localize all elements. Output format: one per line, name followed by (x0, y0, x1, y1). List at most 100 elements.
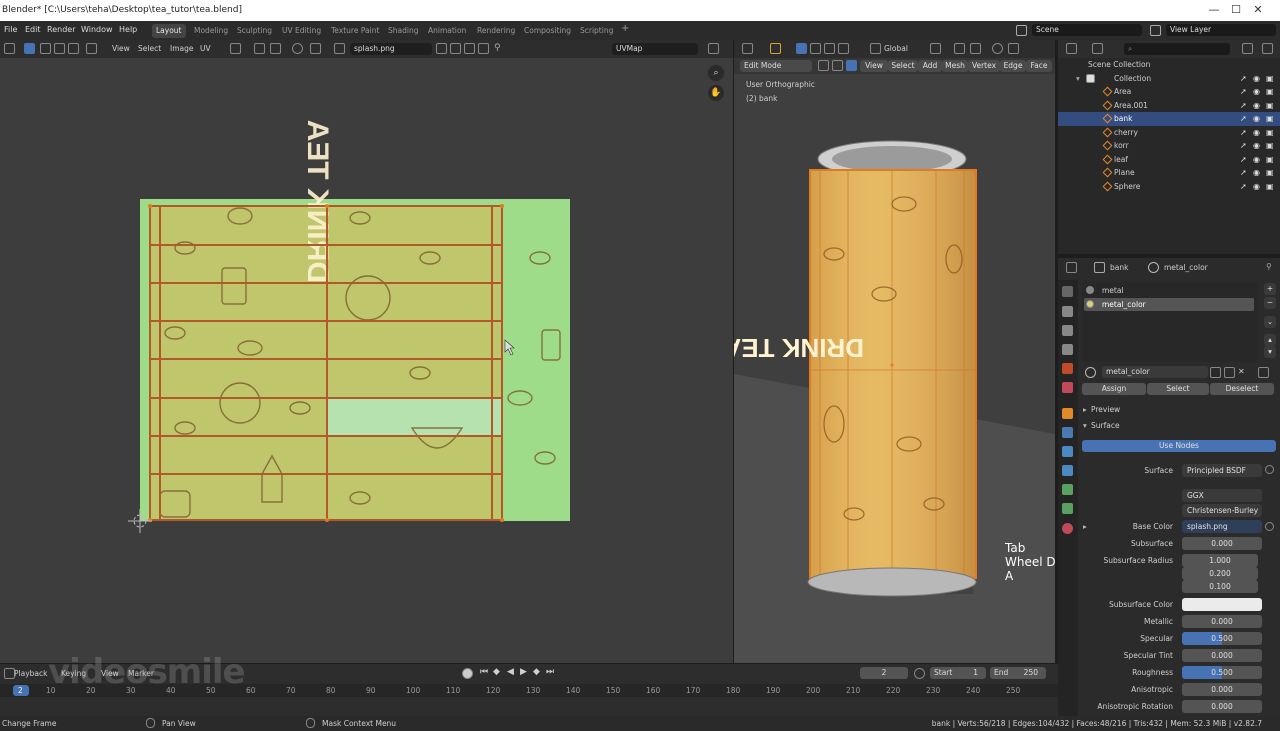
vp-menu-face[interactable]: Face (1026, 60, 1052, 72)
viewport-proportional-icon[interactable] (992, 43, 1003, 54)
edge-mode-icon[interactable] (832, 60, 843, 71)
select-arrow-icon[interactable]: ➚ (1240, 168, 1247, 177)
uv-menu-image[interactable]: Image (170, 44, 194, 53)
material-browse-icon[interactable] (1085, 367, 1096, 378)
specular-slider[interactable]: 0.500 (1182, 632, 1262, 645)
camera-icon[interactable]: ▣ (1266, 155, 1274, 164)
material-slot-metal-color[interactable]: metal_color (1084, 298, 1254, 311)
move-up-button[interactable]: ▴ (1264, 334, 1276, 346)
image-browse-icon[interactable] (334, 43, 345, 54)
camera-icon[interactable]: ▣ (1266, 182, 1274, 191)
vertex-select-icon[interactable] (40, 43, 51, 54)
play-reverse-icon[interactable]: ◀ (507, 667, 514, 677)
eye-icon[interactable]: ◉ (1253, 87, 1260, 96)
outliner-item-plane[interactable]: Plane ➚ ◉ ▣ (1058, 166, 1280, 180)
anisotropic-rotation-field[interactable]: 0.000 (1182, 700, 1262, 713)
close-button[interactable]: ✕ (1236, 0, 1280, 21)
viewport-falloff-icon[interactable] (1008, 43, 1019, 54)
modifier-tab-icon[interactable] (1062, 427, 1073, 438)
camera-icon[interactable]: ▣ (1266, 74, 1274, 83)
use-nodes-button[interactable]: Use Nodes (1082, 440, 1276, 452)
transform-orientation[interactable]: Global (884, 44, 908, 53)
uv-editor-canvas[interactable]: DRINK TEA ⌕ ✋ (0, 58, 733, 663)
select-arrow-icon[interactable]: ➚ (1240, 141, 1247, 150)
tab-layout[interactable]: Layout (152, 24, 186, 38)
output-tab-icon[interactable] (1062, 325, 1073, 336)
uv-menu-select[interactable]: Select (138, 44, 161, 53)
add-slot-button[interactable]: + (1264, 283, 1276, 295)
subsurface-color-swatch[interactable] (1182, 598, 1262, 611)
subsurface-radius-y[interactable]: 0.200 (1182, 567, 1258, 580)
filter-icon[interactable] (1242, 43, 1253, 54)
eye-icon[interactable]: ◉ (1253, 155, 1260, 164)
scene-tab-icon[interactable] (1062, 363, 1073, 374)
eye-icon[interactable]: ◉ (1253, 168, 1260, 177)
viewport-editor-type-icon[interactable] (742, 43, 753, 54)
select-arrow-icon[interactable]: ➚ (1240, 155, 1247, 164)
base-color-field[interactable]: splash.png (1182, 520, 1262, 533)
tab-compositing[interactable]: Compositing (520, 24, 575, 38)
surface-panel-header[interactable]: Surface (1091, 421, 1120, 430)
material-tab-icon[interactable] (1062, 523, 1073, 534)
copy-material-icon[interactable] (1224, 367, 1235, 378)
distribution-dropdown[interactable]: GGX (1182, 489, 1262, 502)
object-tab-icon[interactable] (1062, 408, 1073, 419)
pin-properties-icon[interactable]: ⚲ (1266, 262, 1277, 273)
eye-icon[interactable]: ◉ (1253, 141, 1260, 150)
tab-sculpting[interactable]: Sculpting (233, 24, 276, 38)
outliner-item-sphere[interactable]: Sphere ➚ ◉ ▣ (1058, 180, 1280, 194)
start-frame-field[interactable]: Start 1 (930, 667, 986, 679)
tab-shading[interactable]: Shading (384, 24, 422, 38)
select-button[interactable]: Select (1147, 383, 1209, 395)
outliner-item-korr[interactable]: korr ➚ ◉ ▣ (1058, 139, 1280, 153)
tab-scripting[interactable]: Scripting (576, 24, 617, 38)
physics-tab-icon[interactable] (1062, 465, 1073, 476)
tab-rendering[interactable]: Rendering (473, 24, 519, 38)
unlink-material-icon[interactable]: ✕ (1238, 367, 1249, 378)
assign-button[interactable]: Assign (1082, 383, 1146, 395)
specular-tint-field[interactable]: 0.000 (1182, 649, 1262, 662)
snap-target-icon[interactable] (970, 43, 981, 54)
jump-end-icon[interactable]: ⏭ (546, 667, 554, 677)
mode-extend-icon[interactable] (810, 43, 821, 54)
outliner-item-bank[interactable]: bank ➚ ◉ ▣ (1058, 112, 1280, 126)
viewport-snap-icon[interactable] (954, 43, 965, 54)
proportional-icon[interactable] (292, 43, 303, 54)
add-workspace-button[interactable]: + (617, 22, 633, 36)
eye-icon[interactable]: ◉ (1253, 74, 1260, 83)
scene-field[interactable]: Scene (1032, 24, 1142, 36)
overlay-icon[interactable] (708, 43, 719, 54)
select-box-icon[interactable] (770, 43, 781, 54)
preview-panel-header[interactable]: Preview (1091, 405, 1120, 414)
sync-icon[interactable] (254, 43, 265, 54)
data-tab-icon[interactable] (1062, 503, 1073, 514)
mode-invert-icon[interactable] (838, 43, 849, 54)
face-select-icon[interactable] (68, 43, 79, 54)
outliner-item-area[interactable]: Area ➚ ◉ ▣ (1058, 85, 1280, 99)
node-link-icon[interactable] (1258, 367, 1269, 378)
outliner-scene-collection[interactable]: Scene Collection (1058, 58, 1280, 72)
material-slot-metal[interactable]: metal (1084, 284, 1254, 297)
select-arrow-icon[interactable]: ➚ (1240, 114, 1247, 123)
subsurface-radius-x[interactable]: 1.000 (1182, 554, 1258, 567)
editor-type-icon[interactable] (4, 43, 15, 54)
timeline-menu-playback[interactable]: Playback (14, 669, 47, 678)
view-layer-tab-icon[interactable] (1062, 344, 1073, 355)
tab-animation[interactable]: Animation (424, 24, 470, 38)
material-name-field[interactable]: metal_color (1102, 366, 1208, 378)
mode-subtract-icon[interactable] (824, 43, 835, 54)
eye-icon[interactable]: ◉ (1253, 114, 1260, 123)
record-icon[interactable] (462, 668, 473, 679)
clock-icon[interactable] (914, 668, 925, 679)
tab-uv-editing[interactable]: UV Editing (278, 24, 325, 38)
render-tab-icon[interactable] (1062, 306, 1073, 317)
falloff-icon[interactable] (310, 43, 321, 54)
eye-icon[interactable]: ◉ (1253, 101, 1260, 110)
outliner-editor-icon[interactable] (1066, 43, 1077, 54)
checkbox-icon[interactable] (1086, 73, 1095, 83)
select-arrow-icon[interactable]: ➚ (1240, 74, 1247, 83)
eye-icon[interactable]: ◉ (1253, 182, 1260, 191)
pivot-point-icon[interactable] (930, 43, 941, 54)
orientation-icon[interactable] (870, 43, 881, 54)
camera-icon[interactable]: ▣ (1266, 114, 1274, 123)
